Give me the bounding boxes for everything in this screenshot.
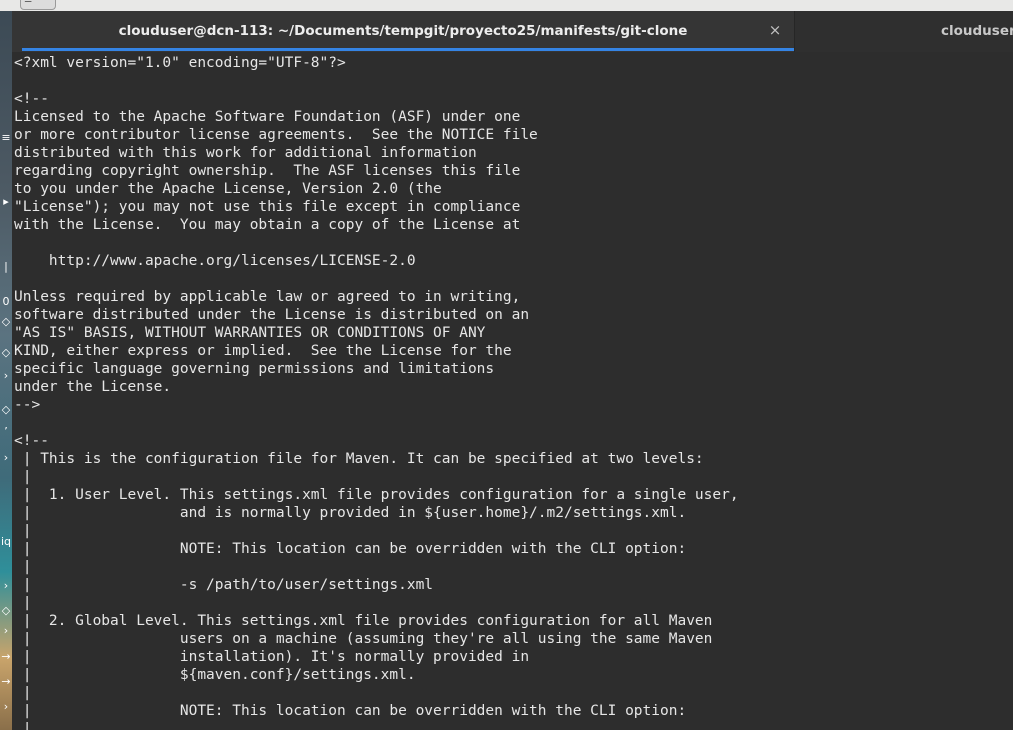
terminal-line: | xyxy=(14,721,32,730)
terminal-line: "License"); you may not use this file ex… xyxy=(14,199,521,215)
terminal-line: | This is the configuration file for Mav… xyxy=(14,451,704,467)
terminal-line: or more contributor license agreements. … xyxy=(14,127,538,143)
terminal-line: to you under the Apache License, Version… xyxy=(14,181,442,197)
desktop-icon-fragment: › xyxy=(3,624,9,637)
terminal-line: regarding copyright ownership. The ASF l… xyxy=(14,163,521,179)
terminal-line: | xyxy=(14,523,32,539)
desktop-icon-fragment: › xyxy=(3,369,9,382)
top-bar-button[interactable]: ☰ xyxy=(20,0,56,10)
terminal-line: | NOTE: This location can be overridden … xyxy=(14,703,687,719)
terminal-line: | ${maven.conf}/settings.xml. xyxy=(14,667,416,683)
tab-title: clouduser@dcn-113: ~/Documents/tempgit/p… xyxy=(118,23,688,39)
desktop-icon-fragment: ▸ xyxy=(3,195,9,208)
top-bar: ☰ xyxy=(0,0,1013,11)
desktop-icon-fragment: › xyxy=(3,451,9,464)
terminal-line: | NOTE: This location can be overridden … xyxy=(14,541,687,557)
desktop-icon-fragment: | xyxy=(4,260,8,273)
terminal-line: | xyxy=(14,469,32,485)
terminal-line: | and is normally provided in ${user.hom… xyxy=(14,505,687,521)
terminal-line: <!-- xyxy=(14,433,49,449)
tab-active[interactable]: clouduser@dcn-113: ~/Documents/tempgit/p… xyxy=(12,11,794,52)
terminal-line: under the License. xyxy=(14,379,172,395)
terminal-line: | users on a machine (assuming they're a… xyxy=(14,631,713,647)
terminal-line: | installation). It's normally provided … xyxy=(14,649,530,665)
desktop-icon-fragment: › xyxy=(3,579,9,592)
terminal-line: | xyxy=(14,595,32,611)
desktop-icon-fragment: iq xyxy=(0,535,12,548)
terminal-line: | 1. User Level. This settings.xml file … xyxy=(14,487,739,503)
terminal-line: Unless required by applicable law or agr… xyxy=(14,289,521,305)
terminal-line: specific language governing permissions … xyxy=(14,361,495,377)
menu-icon: ☰ xyxy=(24,0,33,5)
terminal-line: --> xyxy=(14,397,41,413)
desktop-icon-fragment: ◇ xyxy=(1,403,11,416)
terminal-tab-bar: clouduser@dcn-113: ~/Documents/tempgit/p… xyxy=(12,11,1013,53)
desktop-icon-fragment: › xyxy=(3,700,9,713)
terminal-line: <?xml version="1.0" encoding="UTF-8"?> xyxy=(14,55,346,71)
terminal-line: KIND, either express or implied. See the… xyxy=(14,343,512,359)
desktop-icon-fragment: ◇ xyxy=(1,604,11,617)
terminal-line: software distributed under the License i… xyxy=(14,307,530,323)
desktop-icon-fragment: ’ xyxy=(4,425,8,438)
terminal-line: | xyxy=(14,685,32,701)
terminal-line: "AS IS" BASIS, WITHOUT WARRANTIES OR CON… xyxy=(14,325,486,341)
desktop-icon-fragment: ≡ xyxy=(1,131,11,144)
desktop-icon-fragment: → xyxy=(1,675,11,688)
desktop-icon-fragment: → xyxy=(1,650,11,663)
desktop-icon-fragment: 0 xyxy=(2,295,10,308)
terminal-line: <!-- xyxy=(14,91,49,107)
desktop-icon-fragment: E xyxy=(0,11,12,14)
terminal-line: with the License. You may obtain a copy … xyxy=(14,217,521,233)
terminal-line: | 2. Global Level. This settings.xml fil… xyxy=(14,613,713,629)
terminal-line: | -s /path/to/user/settings.xml xyxy=(14,577,434,593)
desktop-icon-fragment: ◇ xyxy=(1,315,11,328)
close-icon[interactable]: × xyxy=(767,21,783,39)
desktop-background-strip: E ≡ ▸ | 0 ◇ ◇ › ◇ ’ › iq › ◇ › → → › xyxy=(0,11,12,730)
tab-inactive[interactable]: clouduser@ xyxy=(794,11,1013,52)
tab-title: clouduser@ xyxy=(941,23,1013,39)
terminal-line: http://www.apache.org/licenses/LICENSE-2… xyxy=(14,253,416,269)
desktop-icon-fragment: ◇ xyxy=(1,346,11,359)
terminal-line: distributed with this work for additiona… xyxy=(14,145,477,161)
terminal-line: | xyxy=(14,559,32,575)
terminal-line: Licensed to the Apache Software Foundati… xyxy=(14,109,521,125)
terminal-output[interactable]: <?xml version="1.0" encoding="UTF-8"?> <!… xyxy=(12,52,1013,730)
